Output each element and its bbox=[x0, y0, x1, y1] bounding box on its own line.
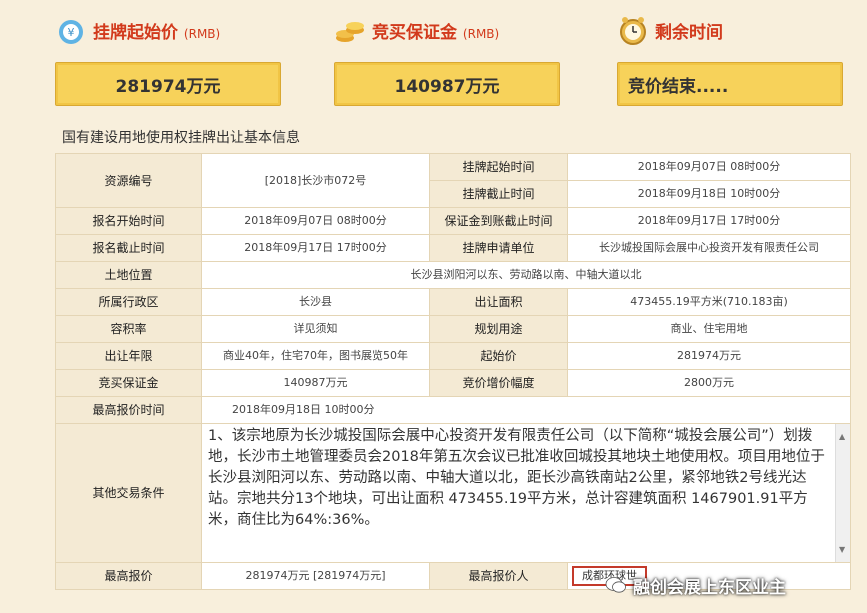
top-summary-bar: ¥ 挂牌起始价 (RMB) 281974万元 竞买保证金 (RMB) 14098… bbox=[0, 0, 867, 120]
location-value: 长沙县浏阳河以东、劳动路以南、中轴大道以北 bbox=[201, 261, 851, 289]
wechat-icon bbox=[605, 577, 626, 593]
start-price-label: 挂牌起始价 bbox=[93, 22, 178, 43]
conditions-cell: 1、该宗地原为长沙城投国际会展中心投资开发有限责任公司（以下简称“城投会展公司”… bbox=[201, 423, 851, 563]
remaining-label: 剩余时间 bbox=[655, 22, 723, 43]
conditions-scrollbar[interactable]: ▲ ▼ bbox=[835, 424, 850, 562]
location-label: 土地位置 bbox=[55, 261, 202, 289]
applicant-label: 挂牌申请单位 bbox=[429, 234, 568, 262]
conditions-text: 1、该宗地原为长沙城投国际会展中心投资开发有限责任公司（以下简称“城投会展公司”… bbox=[208, 428, 825, 528]
deposit-row-value: 140987万元 bbox=[201, 369, 430, 397]
term-value: 商业40年，住宅70年，图书展览50年 bbox=[201, 342, 430, 370]
table-row: 报名开始时间 2018年09月07日 08时00分 保证金到账截止时间 2018… bbox=[55, 207, 851, 235]
watermark: 融创会展上东区业主 bbox=[605, 557, 867, 613]
conditions-label: 其他交易条件 bbox=[55, 423, 202, 563]
table-row: 其他交易条件 1、该宗地原为长沙城投国际会展中心投资开发有限责任公司（以下简称“… bbox=[55, 423, 851, 563]
remaining-value: 竞价结束..... bbox=[617, 62, 843, 106]
increment-value: 2800万元 bbox=[567, 369, 851, 397]
applicant-value: 长沙城投国际会展中心投资开发有限责任公司 bbox=[567, 234, 851, 262]
far-label: 容积率 bbox=[55, 315, 202, 343]
alarm-clock-icon bbox=[620, 17, 646, 45]
district-label: 所属行政区 bbox=[55, 288, 202, 316]
area-value: 473455.19平方米(710.183亩) bbox=[567, 288, 851, 316]
list-end-label: 挂牌截止时间 bbox=[429, 180, 568, 208]
start-price-value: 281974万元 bbox=[55, 62, 281, 106]
deposit-deadline-value: 2018年09月17日 17时00分 bbox=[567, 207, 851, 235]
table-row: 出让年限 商业40年，住宅70年，图书展览50年 起始价 281974万元 bbox=[55, 342, 851, 370]
highest-bidder-label: 最高报价人 bbox=[429, 562, 568, 590]
list-start-value: 2018年09月07日 08时00分 bbox=[567, 153, 851, 181]
reg-start-label: 报名开始时间 bbox=[55, 207, 202, 235]
start-price-row-value: 281974万元 bbox=[567, 342, 851, 370]
deposit-deadline-label: 保证金到账截止时间 bbox=[429, 207, 568, 235]
deposit-label: 竞买保证金 bbox=[372, 22, 457, 43]
deposit-row-label: 竞买保证金 bbox=[55, 369, 202, 397]
start-price-unit: (RMB) bbox=[183, 26, 221, 41]
scroll-up-icon[interactable]: ▲ bbox=[839, 426, 845, 447]
highest-bid-value: 281974万元 [281974万元] bbox=[201, 562, 430, 590]
conditions-textarea[interactable]: 1、该宗地原为长沙城投国际会展中心投资开发有限责任公司（以下简称“城投会展公司”… bbox=[203, 424, 850, 562]
svg-text:¥: ¥ bbox=[68, 26, 75, 39]
table-row: 报名截止时间 2018年09月17日 17时00分 挂牌申请单位 长沙城投国际会… bbox=[55, 234, 851, 262]
increment-label: 竞价增价幅度 bbox=[429, 369, 568, 397]
resource-no-label: 资源编号 bbox=[55, 153, 202, 208]
table-row: 最高报价时间 2018年09月18日 10时00分 bbox=[55, 396, 851, 424]
far-value: 详见须知 bbox=[201, 315, 430, 343]
list-end-value: 2018年09月18日 10时00分 bbox=[567, 180, 851, 208]
table-row: 土地位置 长沙县浏阳河以东、劳动路以南、中轴大道以北 bbox=[55, 261, 851, 289]
deposit-header: 竞买保证金 (RMB) bbox=[334, 14, 499, 46]
table-row: 所属行政区 长沙县 出让面积 473455.19平方米(710.183亩) bbox=[55, 288, 851, 316]
use-value: 商业、住宅用地 bbox=[567, 315, 851, 343]
reg-end-label: 报名截止时间 bbox=[55, 234, 202, 262]
watermark-text: 融创会展上东区业主 bbox=[633, 577, 786, 598]
land-info-table: 资源编号 [2018]长沙市072号 挂牌起始时间 2018年09月07日 08… bbox=[55, 153, 851, 590]
last-bid-time-label: 最高报价时间 bbox=[55, 396, 202, 424]
deposit-unit: (RMB) bbox=[462, 26, 500, 41]
area-label: 出让面积 bbox=[429, 288, 568, 316]
highest-bid-label: 最高报价 bbox=[55, 562, 202, 590]
section-title: 国有建设用地使用权挂牌出让基本信息 bbox=[62, 130, 300, 146]
start-price-header: ¥ 挂牌起始价 (RMB) bbox=[55, 14, 220, 46]
coins-icon bbox=[336, 22, 364, 42]
district-value: 长沙县 bbox=[201, 288, 430, 316]
resource-no-value: [2018]长沙市072号 bbox=[201, 153, 430, 208]
reg-start-value: 2018年09月07日 08时00分 bbox=[201, 207, 430, 235]
deposit-value: 140987万元 bbox=[334, 62, 560, 106]
use-label: 规划用途 bbox=[429, 315, 568, 343]
table-row: 竞买保证金 140987万元 竞价增价幅度 2800万元 bbox=[55, 369, 851, 397]
last-bid-time-value: 2018年09月18日 10时00分 bbox=[201, 396, 851, 424]
start-price-row-label: 起始价 bbox=[429, 342, 568, 370]
remaining-header: 剩余时间 bbox=[617, 14, 723, 46]
table-row: 资源编号 [2018]长沙市072号 挂牌起始时间 2018年09月07日 08… bbox=[55, 153, 851, 208]
table-row: 容积率 详见须知 规划用途 商业、住宅用地 bbox=[55, 315, 851, 343]
reg-end-value: 2018年09月17日 17时00分 bbox=[201, 234, 430, 262]
list-start-label: 挂牌起始时间 bbox=[429, 153, 568, 181]
money-bag-icon: ¥ bbox=[59, 20, 83, 44]
term-label: 出让年限 bbox=[55, 342, 202, 370]
